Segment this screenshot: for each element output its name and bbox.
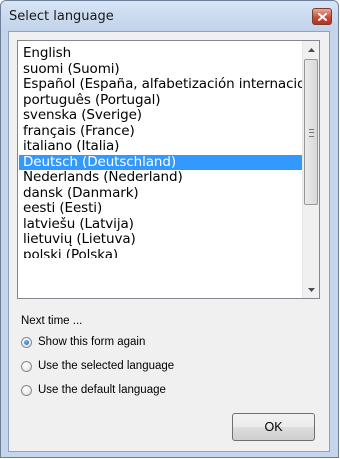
radio-label: Use the default language [38, 384, 166, 396]
scroll-down-button[interactable] [303, 281, 319, 298]
language-list-items: English suomi (Suomi) Español (España, a… [19, 46, 304, 258]
grip-icon [309, 129, 314, 137]
vertical-scrollbar[interactable] [302, 41, 319, 298]
list-item[interactable]: italiano (Italia) [19, 139, 304, 155]
scroll-thumb[interactable] [304, 59, 318, 205]
radio-label: Show this form again [38, 336, 146, 348]
ok-button[interactable]: OK [232, 413, 315, 441]
radio-label: Use the selected language [38, 360, 175, 372]
close-button[interactable] [312, 8, 332, 25]
radio-button[interactable] [21, 336, 32, 348]
list-item[interactable]: polski (Polska) [19, 248, 304, 258]
radio-button[interactable] [21, 360, 32, 372]
list-item[interactable]: Español (España, alfabetización internac… [19, 77, 304, 93]
chevron-down-icon [307, 288, 315, 292]
list-item[interactable]: suomi (Suomi) [19, 62, 304, 78]
scroll-up-button[interactable] [303, 41, 319, 58]
radio-show-form-again[interactable]: Show this form again [21, 334, 145, 350]
next-time-label: Next time ... [21, 315, 83, 327]
list-item[interactable]: latviešu (Latvija) [19, 217, 304, 233]
radio-use-default-language[interactable]: Use the default language [21, 382, 166, 398]
radio-button[interactable] [21, 384, 32, 396]
dialog-body: English suomi (Suomi) Español (España, a… [8, 31, 330, 452]
list-item[interactable]: português (Portugal) [19, 93, 304, 109]
list-item[interactable]: English [19, 46, 304, 62]
list-item-selected[interactable]: Deutsch (Deutschland) [19, 154, 304, 170]
chevron-up-icon [307, 48, 315, 52]
window-title: Select language [9, 9, 114, 24]
radio-use-selected-language[interactable]: Use the selected language [21, 358, 174, 374]
close-icon [318, 13, 327, 21]
title-bar[interactable]: Select language [1, 1, 338, 31]
list-item[interactable]: lietuvių (Lietuva) [19, 232, 304, 248]
list-item[interactable]: eesti (Eesti) [19, 201, 304, 217]
list-item[interactable]: Nederlands (Nederland) [19, 170, 304, 186]
select-language-dialog: Select language English suomi (Suomi) Es… [0, 0, 339, 458]
list-item[interactable]: français (France) [19, 124, 304, 140]
language-listbox[interactable]: English suomi (Suomi) Español (España, a… [17, 40, 320, 299]
list-item[interactable]: dansk (Danmark) [19, 186, 304, 202]
list-item[interactable]: svenska (Sverige) [19, 108, 304, 124]
